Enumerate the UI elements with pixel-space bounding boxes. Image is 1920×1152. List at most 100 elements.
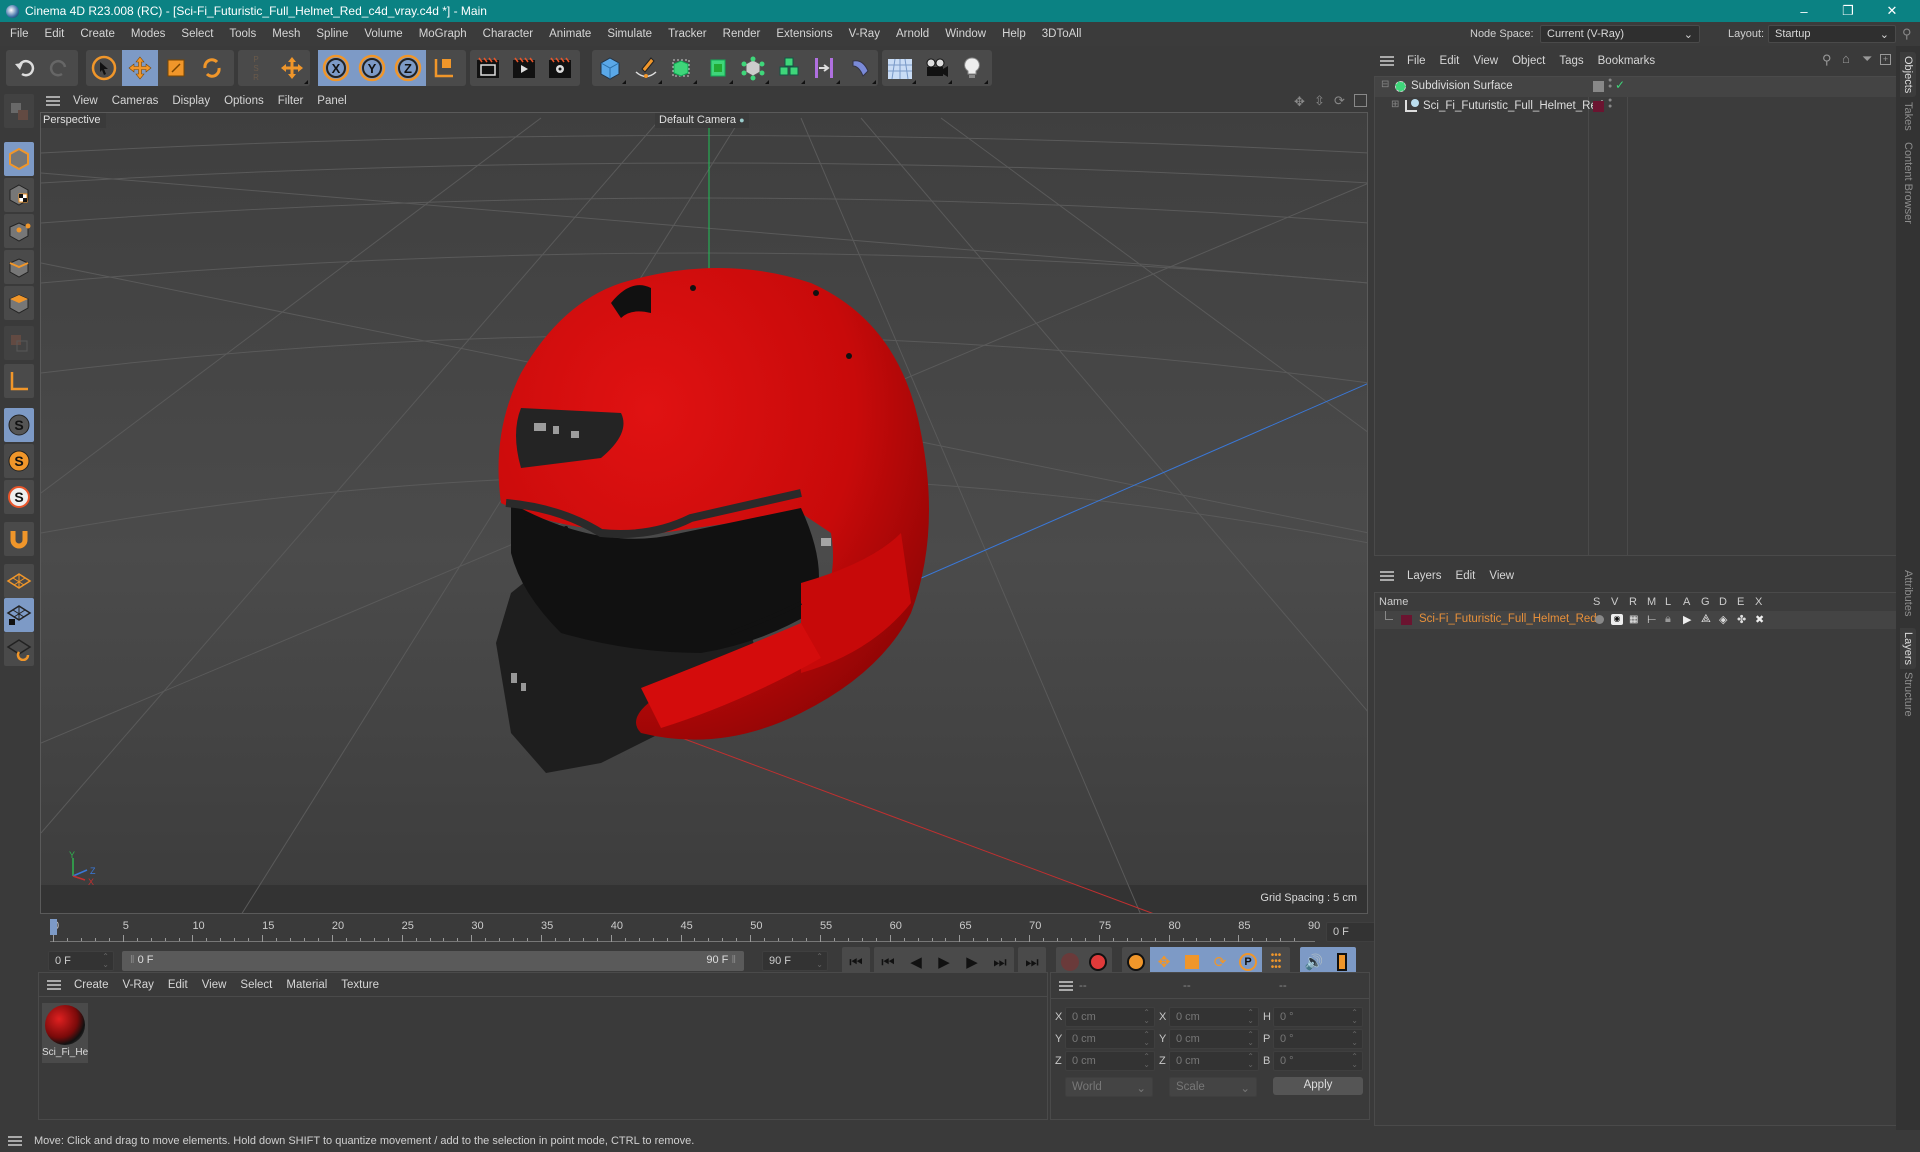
material-menu-create[interactable]: Create — [67, 979, 116, 991]
frame-range-slider[interactable]: ‖ 0 F 90 F ‖ — [122, 951, 744, 971]
viewport-menu-view[interactable]: View — [66, 95, 105, 107]
search-icon[interactable]: ⚲ — [1902, 26, 1912, 42]
object-name[interactable]: Subdivision Surface — [1411, 80, 1513, 92]
coord-transform-dropdown[interactable]: Scale ⌄ — [1169, 1077, 1257, 1097]
menu-3dtoall[interactable]: 3DToAll — [1034, 28, 1090, 40]
lock-icon[interactable]: 🔒︎ — [1665, 613, 1671, 626]
playhead[interactable] — [50, 919, 57, 935]
node-space-dropdown[interactable]: Current (V-Ray) ⌄ — [1540, 25, 1700, 43]
col-locked[interactable]: L — [1665, 596, 1671, 608]
material-menu-edit[interactable]: Edit — [161, 979, 195, 991]
array-icon[interactable] — [771, 50, 807, 86]
layer-name[interactable]: Sci-Fi_Futuristic_Full_Helmet_Red — [1419, 613, 1597, 625]
apply-button[interactable]: Apply — [1273, 1077, 1363, 1095]
x-axis-lock-icon[interactable]: X — [318, 50, 354, 86]
object-menu-view[interactable]: View — [1466, 55, 1505, 67]
object-menu-bookmarks[interactable]: Bookmarks — [1591, 55, 1663, 67]
object-menu-icon[interactable] — [1380, 56, 1394, 66]
coord-menu-icon[interactable] — [1059, 980, 1073, 991]
viewport-menu-filter[interactable]: Filter — [271, 95, 311, 107]
manager-hierarchy-icon[interactable]: ⊢ — [1647, 613, 1657, 626]
home-icon[interactable]: ⌂ — [1842, 51, 1850, 66]
menu-spline[interactable]: Spline — [308, 28, 356, 40]
tab-takes[interactable]: Takes — [1902, 102, 1914, 131]
col-manager[interactable]: M — [1647, 596, 1656, 608]
render-settings-icon[interactable] — [542, 50, 578, 86]
timeline-ruler[interactable]: 051015202530354045505560657075808590 — [50, 918, 1320, 942]
animation-play-icon[interactable]: ▶ — [1683, 613, 1691, 626]
menu-modes[interactable]: Modes — [123, 28, 174, 40]
expression-icon[interactable]: ✤ — [1737, 613, 1746, 626]
magnet-icon[interactable] — [4, 522, 34, 556]
tab-content-browser[interactable]: Content Browser — [1902, 142, 1914, 224]
menu-arnold[interactable]: Arnold — [888, 28, 937, 40]
tab-structure[interactable]: Structure — [1902, 672, 1914, 717]
object-menu-tags[interactable]: Tags — [1552, 55, 1590, 67]
scale-icon[interactable] — [158, 50, 194, 86]
mograph-cloner-icon[interactable] — [735, 50, 771, 86]
rot-b-field[interactable]: 0 ° ⌃ ⌄ — [1273, 1051, 1363, 1071]
col-animation[interactable]: A — [1683, 596, 1690, 608]
size-z-field[interactable]: 0 cm ⌃ ⌄ — [1169, 1051, 1259, 1071]
model-mode-icon[interactable] — [4, 142, 34, 176]
move-axis-icon[interactable] — [274, 50, 310, 86]
z-axis-lock-icon[interactable]: Z — [390, 50, 426, 86]
layer-color-swatch[interactable] — [1593, 101, 1604, 112]
snap-icon[interactable]: S — [4, 408, 34, 442]
object-menu-file[interactable]: File — [1400, 55, 1433, 67]
tab-objects[interactable]: Objects — [1900, 52, 1916, 98]
viewport-menu-display[interactable]: Display — [165, 95, 217, 107]
menu-vray[interactable]: V-Ray — [841, 28, 888, 40]
col-view[interactable]: V — [1611, 596, 1618, 608]
polygons-mode-icon[interactable] — [4, 286, 34, 320]
tab-attributes[interactable]: Attributes — [1902, 570, 1914, 616]
camera-icon[interactable] — [918, 50, 954, 86]
pen-spline-icon[interactable] — [628, 50, 664, 86]
material-menu-select[interactable]: Select — [233, 979, 279, 991]
filter-icon[interactable]: ⏷ — [1862, 51, 1872, 67]
minimize-button[interactable]: – — [1782, 0, 1826, 22]
material-menu-view[interactable]: View — [195, 979, 234, 991]
camera-label[interactable]: Default Camera ● — [655, 113, 749, 128]
floor-icon[interactable] — [882, 50, 918, 86]
viewport-menu-options[interactable]: Options — [217, 95, 271, 107]
menu-create[interactable]: Create — [72, 28, 123, 40]
locked-workplane-icon[interactable] — [4, 598, 34, 632]
object-row[interactable]: ⊞ Sci_Fi_Futuristic_Full_Helmet_Red ● ● — [1375, 97, 1896, 117]
material-menu-vray[interactable]: V-Ray — [116, 979, 161, 991]
menu-file[interactable]: File — [2, 28, 37, 40]
menu-mograph[interactable]: MoGraph — [411, 28, 475, 40]
material-swatch[interactable]: Sci_Fi_He — [42, 1003, 88, 1063]
solo-icon[interactable] — [1595, 615, 1604, 624]
axis-mode-icon[interactable] — [4, 364, 34, 398]
layout-dropdown[interactable]: Startup ⌄ — [1768, 25, 1896, 43]
move-icon[interactable] — [122, 50, 158, 86]
deformer-bend-icon[interactable] — [842, 50, 878, 86]
view-eye-icon[interactable]: ◉ — [1611, 614, 1623, 625]
extrude-icon[interactable] — [699, 50, 735, 86]
menu-simulate[interactable]: Simulate — [599, 28, 660, 40]
col-name[interactable]: Name — [1379, 596, 1408, 608]
menu-help[interactable]: Help — [994, 28, 1034, 40]
coord-mode-dropdown[interactable]: World ⌄ — [1065, 1077, 1153, 1097]
status-menu-icon[interactable] — [8, 1136, 22, 1146]
tweak-icon[interactable]: S — [4, 480, 34, 514]
tab-layers[interactable]: Layers — [1900, 628, 1916, 670]
3d-viewport[interactable]: Perspective Default Camera ● Grid Spacin… — [40, 112, 1368, 914]
col-xref[interactable]: X — [1755, 596, 1762, 608]
workplane-icon[interactable] — [4, 564, 34, 598]
close-button[interactable]: ✕ — [1870, 0, 1914, 22]
cube-icon[interactable] — [592, 50, 628, 86]
size-x-field[interactable]: 0 cm ⌃ ⌄ — [1169, 1007, 1259, 1027]
menu-tracker[interactable]: Tracker — [660, 28, 715, 40]
end-frame-field[interactable]: 90 F ⌃ ⌄ — [762, 951, 828, 971]
col-render[interactable]: R — [1629, 596, 1637, 608]
redo-icon[interactable] — [42, 50, 78, 86]
menu-volume[interactable]: Volume — [356, 28, 410, 40]
undo-icon[interactable] — [6, 50, 42, 86]
layer-menu-icon[interactable] — [1380, 571, 1394, 581]
visibility-dots-icon[interactable]: ● ● — [1608, 97, 1612, 110]
material-menu-icon[interactable] — [47, 979, 61, 990]
menu-character[interactable]: Character — [475, 28, 542, 40]
render-clapper-icon[interactable]: ▦ — [1629, 614, 1638, 625]
